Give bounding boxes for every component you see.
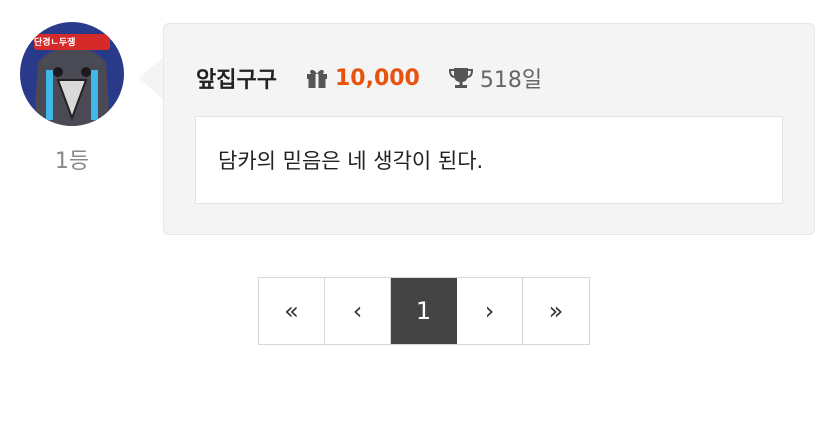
next-page-button[interactable]: › bbox=[457, 278, 523, 344]
username[interactable]: 앞집구구 bbox=[196, 62, 277, 94]
comment-page: 단경ㄴ두쟁 1등 앞집구구 10,000 518일 담카의 믿음은 네 생각이 … bbox=[0, 0, 835, 429]
pagination: « ‹ 1 › » bbox=[258, 277, 590, 345]
first-page-button[interactable]: « bbox=[259, 278, 325, 344]
card-arrow bbox=[139, 56, 164, 100]
last-page-button[interactable]: » bbox=[523, 278, 589, 344]
trophy-icon bbox=[448, 66, 474, 90]
comment-body: 담카의 믿음은 네 생각이 된다. bbox=[195, 116, 783, 204]
prev-page-button[interactable]: ‹ bbox=[325, 278, 391, 344]
rank-label: 1등 bbox=[54, 149, 90, 174]
comment-text: 담카의 믿음은 네 생각이 된다. bbox=[218, 149, 484, 173]
points-value: 10,000 bbox=[334, 65, 420, 91]
current-page-button[interactable]: 1 bbox=[391, 278, 457, 344]
comment-card: 앞집구구 10,000 518일 담카의 믿음은 네 생각이 된다. bbox=[163, 23, 815, 235]
membership-days: 518일 bbox=[479, 68, 543, 93]
avatar-badge-text: 단경ㄴ두쟁 bbox=[34, 38, 76, 48]
comment-meta: 앞집구구 10,000 518일 bbox=[196, 61, 542, 95]
gift-icon bbox=[305, 67, 329, 89]
